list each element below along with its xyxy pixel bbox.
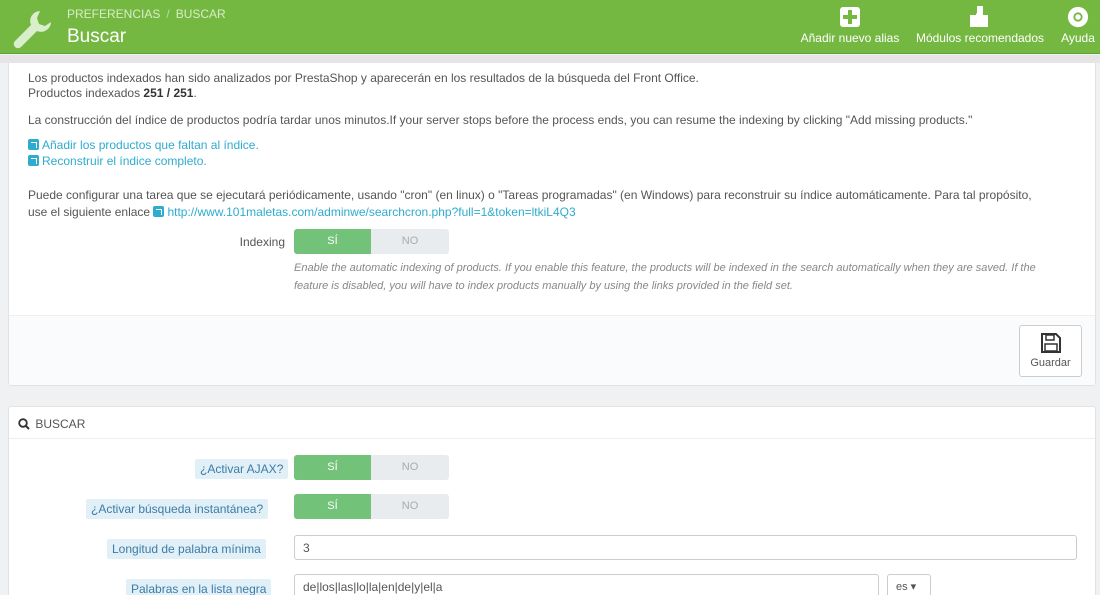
floppy-disk-icon (1040, 333, 1061, 353)
add-alias-label: Añadir nuevo alias (800, 31, 900, 45)
add-alias-button[interactable]: Añadir nuevo alias (797, 6, 903, 45)
ajax-switch-yes[interactable]: SÍ (294, 455, 371, 480)
page-header: PREFERENCIAS / BUSCAR Buscar Añadir nuevo … (0, 0, 1100, 54)
external-link-icon (28, 155, 39, 166)
lifebuoy-icon (1067, 6, 1089, 28)
index-intro: Los productos indexados han sido analiza… (28, 71, 699, 85)
cron-text-lead: use el siguiente enlace (28, 205, 151, 219)
cron-url-link[interactable]: http://www.101maletas.com/adminwe/search… (153, 205, 576, 219)
breadcrumb-item-preferencias[interactable]: PREFERENCIAS (67, 7, 160, 21)
external-link-icon (153, 206, 165, 217)
panel-heading: BUSCAR (9, 407, 1095, 439)
recommended-modules-label: Módulos recomendados (915, 31, 1045, 45)
instant-search-switch[interactable]: SÍ NO (294, 494, 449, 519)
indexed-products-line: Productos indexados 251 / 251. (28, 86, 197, 101)
indexing-label: Indexing (239, 235, 285, 249)
add-missing-products-link[interactable]: Añadir los productos que faltan al índic… (28, 138, 259, 152)
help-label: Ayuda (1061, 31, 1095, 45)
breadcrumb: PREFERENCIAS / BUSCAR (67, 7, 226, 21)
save-label: Guardar (1030, 357, 1071, 369)
indexing-switch-yes[interactable]: SÍ (294, 229, 371, 254)
ajax-label: ¿Activar AJAX? (195, 459, 289, 479)
index-panel: Los productos indexados han sido analiza… (8, 63, 1096, 386)
breadcrumb-separator: / (166, 7, 170, 21)
help-button[interactable]: Ayuda (1056, 6, 1100, 45)
save-button[interactable]: Guardar (1019, 325, 1082, 377)
page-title: Buscar (67, 26, 127, 47)
add-missing-products-label: Añadir los productos que faltan al índic… (42, 138, 259, 152)
ajax-switch[interactable]: SÍ NO (294, 455, 449, 480)
plus-square-icon (840, 7, 860, 27)
rebuild-note: La construcción del índice de productos … (28, 113, 973, 127)
instant-search-switch-yes[interactable]: SÍ (294, 494, 371, 519)
indexed-products-label: Productos indexados (28, 86, 141, 100)
ajax-switch-no[interactable]: NO (371, 455, 449, 480)
rebuild-index-link[interactable]: Reconstruir el índice completo. (28, 154, 207, 168)
indexing-switch-no[interactable]: NO (371, 229, 449, 254)
search-icon (18, 418, 30, 430)
language-select[interactable]: es ▾ (887, 574, 931, 595)
blacklist-words-label: Palabras en la lista negra (126, 579, 272, 595)
indexing-help: Enable the automatic indexing of product… (294, 262, 1036, 292)
min-word-length-input[interactable]: 3 (294, 535, 1077, 560)
panel-footer (9, 315, 1095, 385)
cron-url: http://www.101maletas.com/adminwe/search… (167, 205, 576, 219)
puzzle-icon (970, 6, 988, 27)
page: PREFERENCIAS / BUSCAR Buscar Añadir nuevo … (0, 0, 1100, 595)
search-settings-panel: BUSCAR ¿Activar AJAX? SÍ NO ¿Activar bús… (8, 406, 1096, 595)
external-link-icon (28, 139, 39, 150)
rebuild-index-label: Reconstruir el índice completo. (42, 154, 207, 168)
instant-search-label: ¿Activar búsqueda instantánea? (86, 499, 269, 519)
header-strip (0, 55, 1100, 63)
cron-text-2: use el siguiente enlace http://www.101ma… (28, 205, 576, 220)
indexed-products-count: 251 / 251 (143, 86, 194, 100)
min-word-length-label: Longitud de palabra mínima (107, 539, 266, 559)
panel-heading-text: BUSCAR (35, 417, 86, 431)
indexing-switch[interactable]: SÍ NO (294, 229, 449, 254)
indexed-period: . (193, 86, 197, 100)
instant-search-switch-no[interactable]: NO (371, 494, 449, 519)
cron-text: Puede configurar una tarea que se ejecut… (28, 188, 1032, 202)
recommended-modules-button[interactable]: Módulos recomendados (910, 6, 1050, 45)
wrench-icon (13, 11, 52, 49)
blacklist-words-input[interactable]: de|los|las|lo|la|en|de|y|el|a (294, 574, 879, 595)
breadcrumb-item-buscar[interactable]: BUSCAR (176, 7, 226, 21)
